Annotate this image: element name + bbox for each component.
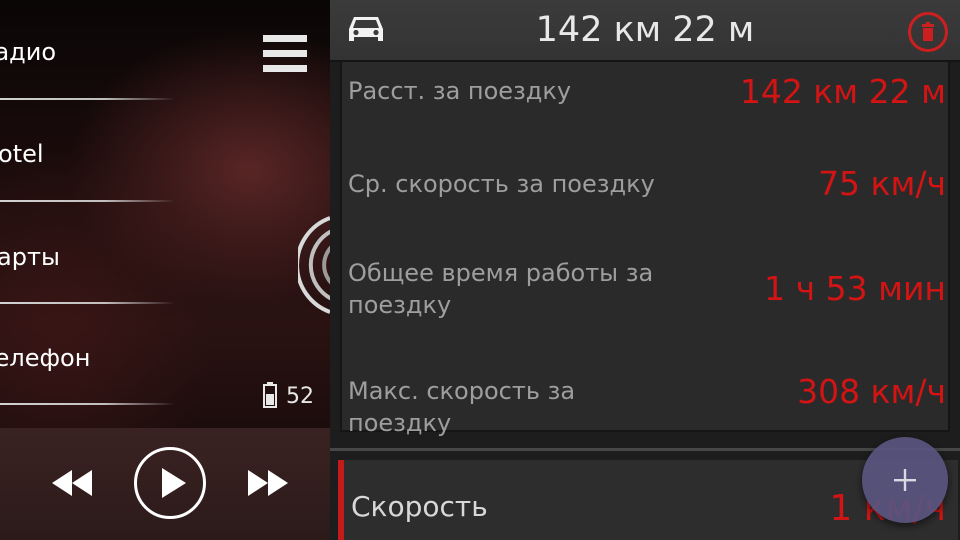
menu-item-label: Карты <box>0 243 60 271</box>
trash-icon <box>922 22 934 41</box>
stat-value: 1 ч 53 мин <box>764 269 946 308</box>
speed-card-accent <box>338 460 344 540</box>
stat-label: Расст. за поездку <box>348 77 572 105</box>
menu-item-label: Hotel <box>0 140 44 168</box>
rewind-icon[interactable] <box>52 470 92 496</box>
trip-distance-title: 142 км 22 м <box>535 10 755 50</box>
hamburger-icon[interactable] <box>263 35 307 73</box>
play-button[interactable] <box>134 447 206 519</box>
speed-label: Скорость <box>351 490 488 523</box>
fast-forward-icon[interactable] <box>248 470 288 496</box>
arc-decoration-icon <box>298 216 330 314</box>
stat-value: 308 км/ч <box>797 372 946 411</box>
stat-value: 142 км 22 м <box>739 72 946 111</box>
stat-label: Общее время работы за поездку <box>348 259 654 319</box>
delete-trip-button[interactable] <box>908 12 948 52</box>
menu-item-label: Телефон <box>0 344 91 372</box>
battery-level: 52 <box>286 384 314 409</box>
plus-icon <box>894 469 916 491</box>
stat-value: 75 км/ч <box>818 164 946 203</box>
menu-item-hotel[interactable]: Hotel <box>0 100 330 202</box>
add-button[interactable] <box>862 437 948 523</box>
menu-item-label: Радио <box>0 38 57 66</box>
play-icon <box>162 468 186 498</box>
side-menu-panel: Радио Hotel Карты Телефон 52 <box>0 0 330 540</box>
menu-divider <box>0 403 175 405</box>
top-app-bar: 142 км 22 м <box>330 0 960 62</box>
menu-item-phone[interactable]: Телефон <box>0 300 330 405</box>
stat-label: Ср. скорость за поездку <box>348 170 655 198</box>
stat-label: Макс. скорость за поездку <box>348 377 576 437</box>
trip-stats-card: Расст. за поездку 142 км 22 м Ср. скорос… <box>340 62 950 437</box>
battery-icon <box>263 382 277 408</box>
menu-item-maps[interactable]: Карты <box>0 200 330 304</box>
